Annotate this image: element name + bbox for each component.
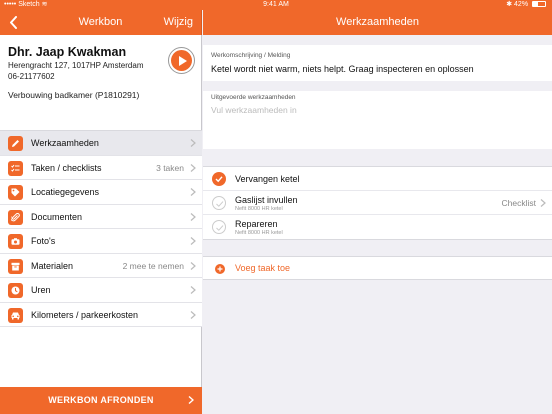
tag-icon [8, 185, 23, 200]
menu-item-locatiegegevens[interactable]: Locatiegegevens [0, 180, 202, 205]
add-task-label: Voeg taak toe [235, 263, 291, 273]
customer-info: Dhr. Jaap Kwakman Herengracht 127, 1017H… [8, 45, 193, 100]
status-bar: ••••• Sketch ≋ 9:41 AM ✱ 42% [0, 0, 552, 10]
start-timer-button[interactable] [168, 47, 195, 74]
right-nav-title: Werkzaamheden [336, 16, 419, 28]
chevron-right-icon [540, 199, 546, 207]
menu-item-meta: 2 mee te nemen [122, 260, 184, 271]
work-done-input[interactable] [211, 105, 541, 115]
checkmark-empty-icon[interactable] [212, 196, 226, 210]
work-done-label: Uitgevoerde werkzaamheden [211, 94, 296, 101]
menu-item-materialen[interactable]: Materialen 2 mee te nemen [0, 253, 202, 278]
customer-address: Herengracht 127, 1017HP Amsterdam [8, 61, 144, 70]
task-checklist-link[interactable]: Checklist [502, 191, 536, 215]
menu-item-label: Documenten [31, 211, 83, 222]
bluetooth-icon: ✱ [506, 1, 513, 8]
menu-item-label: Uren [31, 285, 51, 295]
menu-item-label: Locatiegegevens [31, 187, 100, 197]
checklist-icon [8, 160, 23, 176]
box-icon [8, 258, 23, 274]
pencil-icon [8, 136, 23, 151]
detail-panel: Werkomschrijving / Melding Ketel wordt n… [203, 35, 552, 414]
menu-item-taken[interactable]: Taken / checklists 3 taken [0, 155, 202, 180]
car-icon [8, 307, 23, 323]
battery-icon [532, 1, 546, 7]
description-label: Werkomschrijving / Melding [211, 52, 291, 59]
right-nav-bar: Werkzaamheden [203, 10, 552, 35]
task-title: Gaslijst invullen [235, 195, 298, 205]
finish-button-label: WERKBON AFRONDEN [48, 395, 154, 405]
chevron-right-icon [190, 286, 196, 294]
chevron-right-icon [190, 310, 196, 319]
chevron-right-icon [190, 139, 196, 147]
menu-item-documenten[interactable]: Documenten [0, 204, 202, 229]
task-row[interactable]: Vervangen ketel [203, 167, 552, 191]
menu-item-kilometers[interactable]: Kilometers / parkeerkosten [0, 302, 202, 327]
edit-button[interactable]: Wijzig [164, 10, 193, 35]
chevron-right-icon [190, 163, 196, 172]
menu-item-label: Kilometers / parkeerkosten [31, 309, 139, 320]
paperclip-icon [8, 209, 23, 225]
chevron-right-icon [190, 212, 196, 221]
finish-workorder-button[interactable]: WERKBON AFRONDEN [0, 387, 202, 414]
chevron-right-icon [188, 396, 194, 404]
left-nav-bar: Werkbon Wijzig [0, 10, 202, 35]
plus-icon [215, 264, 225, 274]
battery-percent: 42% [514, 1, 529, 8]
chevron-right-icon [190, 237, 196, 245]
task-subtitle: Nefit 8000 HR ketel [235, 230, 283, 236]
clock-icon [8, 283, 23, 298]
task-title: Repareren [235, 219, 278, 229]
description-text: Ketel wordt niet warm, niets helpt. Graa… [211, 64, 474, 74]
customer-project: Verbouwing badkamer (P1810291) [8, 90, 140, 100]
add-task-button[interactable]: Voeg taak toe [203, 256, 552, 280]
task-title: Vervangen ketel [235, 174, 300, 184]
menu-item-label: Materialen [31, 260, 74, 271]
task-subtitle: Nefit 8000 HR ketel [235, 206, 283, 212]
menu-item-fotos[interactable]: Foto's [0, 229, 202, 254]
task-row[interactable]: Gaslijst invullen Nefit 8000 HR ketel Ch… [203, 191, 552, 215]
battery-indicator: ✱ 42% [506, 0, 546, 10]
play-icon [171, 50, 192, 71]
menu-item-label: Taken / checklists [31, 162, 102, 173]
left-panel: Dhr. Jaap Kwakman Herengracht 127, 1017H… [0, 35, 202, 414]
menu-item-label: Werkzaamheden [31, 138, 99, 148]
checkmark-filled-icon[interactable] [212, 172, 226, 186]
workorder-menu: Werkzaamheden Taken / checklists 3 taken… [0, 130, 202, 327]
menu-item-werkzaamheden[interactable]: Werkzaamheden [0, 131, 202, 156]
description-block: Werkomschrijving / Melding Ketel wordt n… [203, 45, 552, 81]
customer-name: Dhr. Jaap Kwakman [8, 45, 127, 59]
camera-icon [8, 234, 23, 249]
customer-phone[interactable]: 06-21177602 [8, 72, 193, 81]
task-row[interactable]: Repareren Nefit 8000 HR ketel [203, 215, 552, 239]
menu-item-uren[interactable]: Uren [0, 278, 202, 303]
status-time: 9:41 AM [263, 1, 289, 8]
task-list: Vervangen ketel Gaslijst invullen Nefit … [203, 166, 552, 240]
chevron-right-icon [190, 261, 196, 270]
checkmark-empty-icon[interactable] [212, 220, 226, 234]
menu-item-label: Foto's [31, 236, 56, 246]
chevron-right-icon [190, 188, 196, 196]
menu-item-meta: 3 taken [156, 162, 184, 173]
work-done-block: Uitgevoerde werkzaamheden [203, 91, 552, 149]
